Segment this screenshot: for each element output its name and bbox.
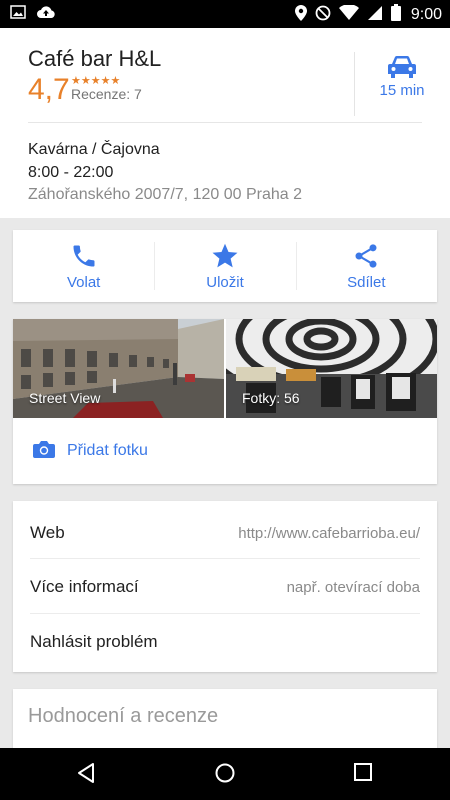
image-icon [10,5,26,24]
cloud-upload-icon [36,5,56,24]
status-bar: 9:00 [0,0,450,28]
phone-icon [13,242,154,270]
star-icon [154,242,295,270]
signal-icon [367,5,383,26]
reviews-count[interactable]: Recenze: 7 [71,86,142,102]
recents-icon[interactable] [353,762,373,787]
add-photo-label: Přidat fotku [67,442,148,459]
photos-card: Street View Fotky: 56 Přidat fotku [13,319,437,484]
place-name: Café bar H&L [28,46,162,71]
opening-hours[interactable]: 8:00 - 22:00 [28,164,113,182]
do-not-disturb-icon [315,5,331,26]
save-button[interactable]: Uložit [154,230,295,302]
camera-icon [13,440,55,463]
info-card: Web http://www.cafebarrioba.eu/ Více inf… [13,501,437,672]
photos-count-label: Fotky: 56 [242,390,300,406]
add-photo-button[interactable]: Přidat fotku [13,418,437,484]
more-info-hint: např. otevírací doba [286,579,420,596]
share-label: Sdílet [347,274,386,291]
website-row[interactable]: Web http://www.cafebarrioba.eu/ [13,504,437,560]
call-button[interactable]: Volat [13,230,154,302]
street-view-thumbnail[interactable]: Street View [13,319,224,418]
more-info-row[interactable]: Více informací např. otevírací doba [13,558,437,614]
drive-time: 15 min [379,82,425,99]
photos-thumbnail[interactable]: Fotky: 56 [226,319,437,418]
place-address[interactable]: Záhořanského 2007/7, 120 00 Praha 2 [28,186,302,204]
clock: 9:00 [410,6,442,23]
share-button[interactable]: Sdílet [295,230,437,302]
navigation-bar [0,748,450,800]
back-icon[interactable] [76,762,98,789]
report-problem-row[interactable]: Nahlásit problém [13,613,437,669]
report-problem-label: Nahlásit problém [30,632,158,651]
website-url[interactable]: http://www.cafebarrioba.eu/ [238,525,420,542]
rating-value: 4,7 [28,73,70,106]
action-bar: Volat Uložit Sdílet [13,230,437,302]
more-info-label: Více informací [30,577,139,596]
place-header: Café bar H&L 4,7 ★★★★★ Recenze: 7 15 min… [0,28,450,218]
location-icon [294,4,307,26]
divider [28,122,422,123]
battery-icon [390,4,401,26]
directions-button[interactable]: 15 min [362,50,442,110]
share-icon [296,242,437,270]
car-icon [362,54,442,80]
save-label: Uložit [206,274,244,291]
place-category: Kavárna / Čajovna [28,141,160,158]
website-label: Web [30,523,65,542]
wifi-icon [338,3,359,26]
reviews-heading: Hodnocení a recenze [28,705,219,727]
divider [354,52,355,116]
reviews-section[interactable]: Hodnocení a recenze [13,689,437,749]
home-icon[interactable] [214,762,236,789]
street-view-label: Street View [29,390,101,406]
call-label: Volat [66,274,101,291]
